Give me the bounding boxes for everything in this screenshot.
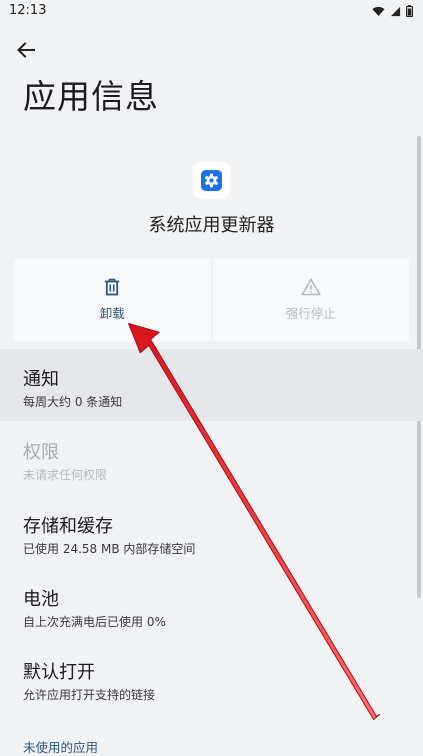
list-item-subtitle: 每周大约 0 条通知 [23,395,123,409]
action-bar: 卸载 强行停止 [14,258,409,341]
force-stop-label: 强行停止 [285,305,336,321]
list-item-title: 通知 [23,369,59,390]
list-item-title: 电池 [23,589,59,610]
app-name: 系统应用更新器 [148,215,275,236]
force-stop-button[interactable]: 强行停止 [212,258,409,341]
list-item-title: 权限 [23,442,59,463]
trash-icon [101,276,123,298]
list-item-notifications[interactable]: 通知 每周大约 0 条通知 [0,349,423,421]
page-title: 应用信息 [23,77,159,116]
section-header-unused-apps: 未使用的应用 [23,740,99,755]
status-icons [372,5,413,17]
list-item-title: 默认打开 [23,662,95,683]
warning-icon [300,276,322,298]
list-item-subtitle: 未请求任何权限 [23,468,108,482]
list-item-permissions[interactable]: 权限 未请求任何权限 [0,422,423,494]
list-item-storage[interactable]: 存储和缓存 已使用 24.58 MB 内部存储空间 [0,496,423,568]
uninstall-button[interactable]: 卸载 [14,258,211,341]
list-item-subtitle: 已使用 24.58 MB 内部存储空间 [23,542,196,556]
arrow-left-icon [17,42,35,58]
battery-icon [406,5,413,17]
list-item-title: 存储和缓存 [23,516,113,537]
list-item-battery[interactable]: 电池 自上次充满电后已使用 0% [0,569,423,641]
app-icon [193,162,230,199]
status-bar: 12:13 [0,0,423,24]
back-button[interactable] [12,38,40,62]
signal-icon [390,6,401,16]
list-item-open-by-default[interactable]: 默认打开 允许应用打开支持的链接 [0,642,423,714]
list-item-subtitle: 自上次充满电后已使用 0% [23,615,166,629]
list-item-subtitle: 允许应用打开支持的链接 [23,688,156,702]
status-time: 12:13 [9,3,47,18]
uninstall-label: 卸载 [99,305,125,321]
wifi-icon [372,6,385,16]
gear-icon [201,170,222,191]
